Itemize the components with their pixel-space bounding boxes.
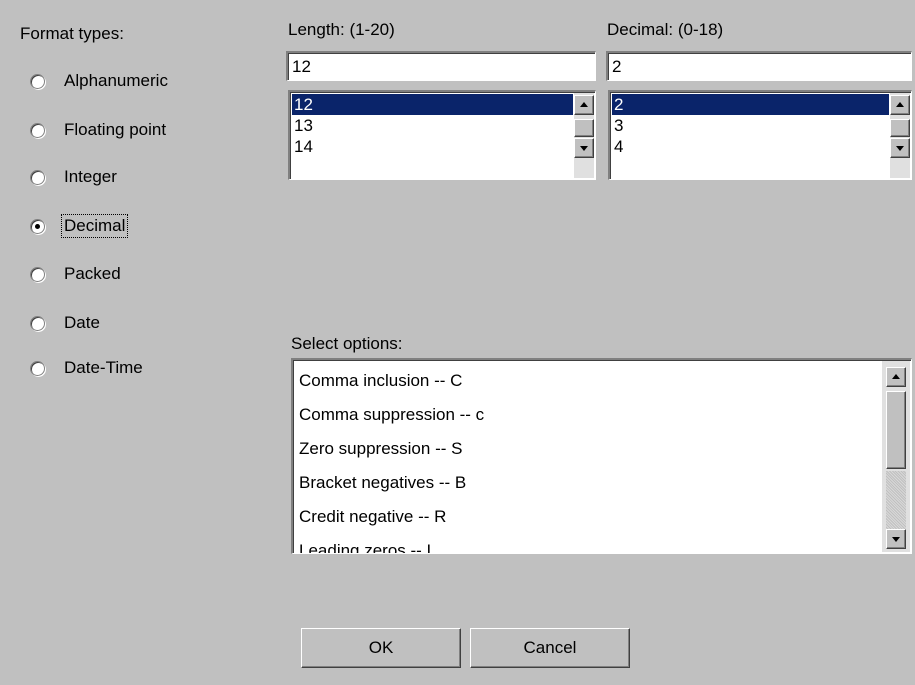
decimal-listbox[interactable]: 2 3 4 <box>608 90 912 180</box>
decimal-label: Decimal: (0-18) <box>607 20 724 39</box>
decimal-list-item-selected[interactable]: 2 <box>612 94 889 115</box>
scroll-thumb[interactable] <box>886 391 906 469</box>
radio-floating-point[interactable]: Floating point <box>30 117 168 143</box>
scroll-up-button[interactable] <box>890 95 910 115</box>
length-list-item-selected[interactable]: 12 <box>292 94 573 115</box>
scroll-down-button[interactable] <box>890 138 910 158</box>
length-label: Length: (1-20) <box>288 20 395 39</box>
decimal-scrollbar[interactable] <box>890 93 910 178</box>
option-item[interactable]: Credit negative -- R <box>297 500 889 534</box>
radio-date-time[interactable]: Date-Time <box>30 355 145 381</box>
radio-circle[interactable] <box>30 122 45 138</box>
radio-circle[interactable] <box>30 169 45 185</box>
option-item[interactable]: Bracket negatives -- B <box>297 466 889 500</box>
radio-circle[interactable] <box>30 315 45 331</box>
scroll-thumb[interactable] <box>890 119 910 137</box>
length-list-item[interactable]: 13 <box>292 115 573 136</box>
scroll-up-button[interactable] <box>574 95 594 115</box>
radio-label: Packed <box>64 264 121 283</box>
radio-label: Date-Time <box>64 358 143 377</box>
radio-label: Date <box>64 313 100 332</box>
arrow-up-icon <box>892 374 900 379</box>
format-types-label: Format types: <box>20 24 124 43</box>
decimal-list-item[interactable]: 4 <box>612 136 889 157</box>
option-item[interactable]: Leading zeros -- L <box>297 534 889 553</box>
length-input[interactable]: 12 <box>286 51 596 81</box>
radio-packed[interactable]: Packed <box>30 261 123 287</box>
option-item[interactable]: Zero suppression -- S <box>297 432 889 466</box>
radio-decimal[interactable]: Decimal <box>30 213 129 239</box>
radio-alphanumeric[interactable]: Alphanumeric <box>30 68 170 94</box>
decimal-list-item[interactable]: 3 <box>612 115 889 136</box>
option-item[interactable]: Comma suppression -- c <box>297 398 889 432</box>
arrow-down-icon <box>892 537 900 542</box>
cancel-button[interactable]: Cancel <box>470 628 630 668</box>
select-options-listbox[interactable]: Comma inclusion -- C Comma suppression -… <box>291 358 912 554</box>
select-options-label: Select options: <box>291 334 403 353</box>
radio-label: Alphanumeric <box>64 71 168 90</box>
radio-circle[interactable] <box>30 73 45 89</box>
radio-label: Decimal <box>60 214 129 238</box>
radio-circle[interactable] <box>30 360 45 376</box>
ok-button[interactable]: OK <box>301 628 461 668</box>
scroll-thumb[interactable] <box>574 119 594 137</box>
radio-integer[interactable]: Integer <box>30 164 119 190</box>
radio-circle-checked[interactable] <box>30 218 45 234</box>
scroll-down-button[interactable] <box>886 529 906 549</box>
arrow-up-icon <box>580 102 588 107</box>
radio-date[interactable]: Date <box>30 310 102 336</box>
scroll-up-button[interactable] <box>886 367 906 387</box>
arrow-down-icon <box>896 146 904 151</box>
options-scrollbar[interactable] <box>882 361 910 552</box>
radio-circle[interactable] <box>30 266 45 282</box>
arrow-down-icon <box>580 146 588 151</box>
radio-label: Integer <box>64 167 117 186</box>
option-item[interactable]: Comma inclusion -- C <box>297 364 889 398</box>
scroll-track[interactable] <box>886 471 906 529</box>
length-listbox[interactable]: 12 13 14 <box>288 90 596 180</box>
radio-label: Floating point <box>64 120 167 139</box>
length-scrollbar[interactable] <box>574 93 594 178</box>
arrow-up-icon <box>896 102 904 107</box>
scroll-down-button[interactable] <box>574 138 594 158</box>
length-list-item[interactable]: 14 <box>292 136 573 157</box>
decimal-input[interactable]: 2 <box>606 51 912 81</box>
